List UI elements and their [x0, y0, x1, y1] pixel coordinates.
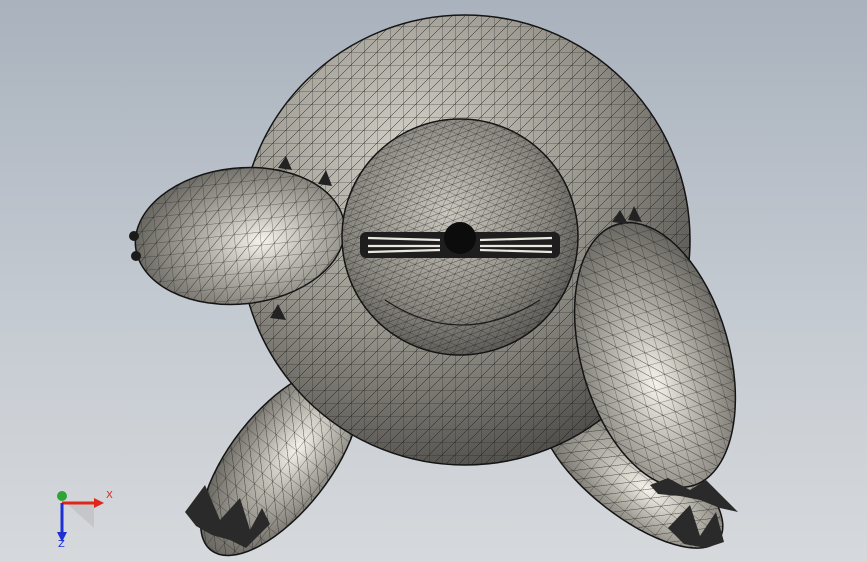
orientation-triad: X Z [57, 490, 113, 548]
x-axis-label: X [106, 490, 113, 501]
triad-plane [66, 503, 94, 528]
x-axis-arrowhead [94, 498, 104, 508]
mesh-model[interactable] [0, 0, 867, 562]
y-axis-icon [57, 491, 67, 501]
z-axis-label: Z [58, 539, 65, 548]
cad-graphics-viewport[interactable]: X Z [0, 0, 867, 562]
